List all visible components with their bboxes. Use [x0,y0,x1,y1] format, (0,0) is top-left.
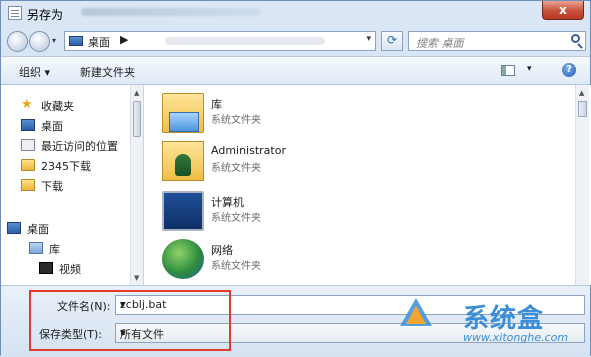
forward-button[interactable] [29,31,50,52]
highlight-box [29,290,231,351]
title-bar: 另存为 x [1,1,590,27]
refresh-button[interactable]: ⟳ [381,31,403,51]
file-type: 系统文件夹 [211,213,261,224]
navigation-pane: ★ 收藏夹 桌面 最近访问的位置 2345下载 下载 桌面 库 视频 [1,85,143,321]
search-input[interactable]: 搜索 桌面 [408,31,586,51]
sidebar-scrollbar[interactable]: ▲ ▼ [130,85,143,285]
scrollbar-thumb[interactable] [133,101,141,137]
list-item[interactable]: 库 系统文件夹 [162,93,542,137]
sidebar-item-label: 收藏夹 [41,100,74,113]
document-icon [8,6,22,20]
organize-button[interactable]: 组织 ▾ [19,64,50,80]
file-list: 库 系统文件夹 Administrator 系统文件夹 计算机 系统文件夹 网络… [143,85,591,285]
new-folder-button[interactable]: 新建文件夹 [80,64,135,80]
watermark-brand: 系统盒 [463,304,545,334]
sidebar-item-label: 最近访问的位置 [41,140,118,153]
close-button[interactable]: x [542,1,584,20]
back-button[interactable] [7,31,28,52]
network-icon [162,239,204,279]
refresh-icon: ⟳ [386,33,398,47]
watermark-url: www.xitonghe.com [463,331,569,344]
blurred-text [165,37,325,45]
address-text[interactable]: 桌面 [88,34,110,50]
address-dropdown-icon[interactable]: ▾ [366,34,371,44]
sidebar-item-label: 2345下载 [41,160,91,173]
watermark: 系统盒 www.xitonghe.com [399,295,589,355]
blurred-path [81,8,261,16]
downloads-icon [21,179,35,191]
star-icon: ★ [21,97,33,112]
scroll-up-icon[interactable]: ▲ [134,89,139,97]
search-placeholder: 搜索 桌面 [416,37,464,50]
list-item[interactable]: 计算机 系统文件夹 [162,191,542,235]
history-dropdown-icon[interactable]: ▾ [52,36,56,45]
library-icon [29,242,43,254]
file-name: 库 [211,98,222,111]
desktop-icon [69,36,83,46]
search-icon[interactable] [571,34,580,43]
list-item[interactable]: 网络 系统文件夹 [162,239,542,283]
sidebar-item-label: 桌面 [41,120,63,133]
view-dropdown-icon[interactable]: ▾ [527,64,532,74]
sidebar-item-label: 桌面 [27,223,49,236]
file-name: Administrator [211,144,286,157]
navigation-bar: ▾ 桌面 ▶ ▾ ⟳ 搜索 桌面 [1,27,590,55]
computer-icon [162,191,204,231]
command-toolbar: 组织 ▾ 新建文件夹 ▾ ? [1,56,590,85]
file-type: 系统文件夹 [211,261,261,272]
video-icon [39,262,53,274]
save-as-dialog: 另存为 x ▾ 桌面 ▶ ▾ ⟳ 搜索 桌面 组织 ▾ 新建文件夹 ▾ ? ★ [0,0,591,357]
scroll-down-icon[interactable]: ▼ [134,274,139,282]
window-title: 另存为 [27,8,64,22]
scroll-up-icon[interactable]: ▲ [579,89,584,97]
file-type: 系统文件夹 [211,115,261,126]
file-type: 系统文件夹 [211,163,261,174]
file-list-scrollbar[interactable]: ▲ [575,85,589,285]
recent-places-icon [21,139,35,151]
sidebar-item-label: 视频 [59,263,81,276]
scrollbar-thumb[interactable] [578,101,587,117]
folder-icon [21,159,35,171]
file-name: 网络 [211,244,233,257]
sidebar-item-label: 库 [49,243,60,256]
sidebar-item-label: 下载 [41,180,63,193]
breadcrumb-chevron-icon[interactable]: ▶ [120,33,128,46]
user-folder-icon [162,141,204,181]
watermark-logo-icon [400,298,432,326]
file-name: 计算机 [211,196,244,209]
view-options-icon[interactable] [501,65,515,76]
desktop-icon [21,119,35,131]
address-bar[interactable]: 桌面 ▶ ▾ [64,31,376,51]
list-item[interactable]: Administrator 系统文件夹 [162,141,542,185]
desktop-icon [7,222,21,234]
library-folder-icon [162,93,204,133]
help-icon[interactable]: ? [562,63,576,77]
